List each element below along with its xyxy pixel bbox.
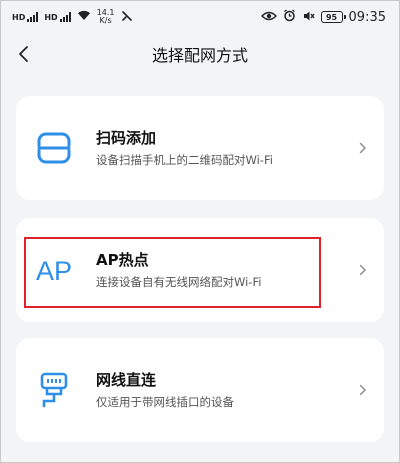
option-subtitle: 连接设备自有无线网络配对Wi-Fi [96,275,262,289]
option-title: 网线直连 [96,371,157,389]
option-ap-hotspot[interactable]: AP AP热点 连接设备自有无线网络配对Wi-Fi [16,218,384,322]
sim1-signal-icon: HD [12,12,39,22]
chevron-left-icon [19,46,28,62]
ethernet-port-icon [28,364,80,416]
option-text: AP热点 连接设备自有无线网络配对Wi-Fi [96,250,356,290]
sim2-tag: HD [44,12,58,22]
battery-level: 95 [325,12,338,22]
chevron-right-icon [356,383,370,397]
eye-comfort-icon [260,10,277,24]
page-title: 选择配网方式 [151,46,248,65]
option-scan-code[interactable]: 扫码添加 设备扫描手机上的二维码配对Wi-Fi [16,96,384,200]
option-text: 扫码添加 设备扫描手机上的二维码配对Wi-Fi [96,128,356,168]
sim1-tag: HD [12,12,26,22]
speed-unit: K/s [99,16,112,25]
wechat-notification-icon [121,10,133,25]
mute-icon [302,10,315,25]
alarm-clock-icon [283,9,296,25]
back-button[interactable] [10,40,38,68]
option-subtitle: 仅适用于带网线插口的设备 [96,395,234,409]
status-time: 09:35 [348,9,386,25]
status-left: HD HD 14.1 K/s [12,9,133,25]
chevron-right-icon [356,263,370,277]
battery-icon: 95 [320,11,346,23]
chevron-right-icon [356,141,370,155]
network-speed: 14.1 K/s [97,9,115,25]
option-title: AP热点 [96,251,149,269]
ap-text-icon: AP [28,244,80,296]
option-title: 扫码添加 [96,129,157,147]
status-right: 95 09:35 [260,9,386,25]
scan-frame-icon [28,122,80,174]
option-subtitle: 设备扫描手机上的二维码配对Wi-Fi [96,153,273,167]
wifi-icon [77,10,91,24]
ap-icon-text: AP [36,256,72,286]
sim2-signal-icon: HD [44,12,71,22]
header-bar: 选择配网方式 [0,34,400,74]
option-ethernet[interactable]: 网线直连 仅适用于带网线插口的设备 [16,338,384,442]
status-bar: HD HD 14.1 K/s 95 09:35 [0,0,400,34]
option-text: 网线直连 仅适用于带网线插口的设备 [96,370,356,410]
